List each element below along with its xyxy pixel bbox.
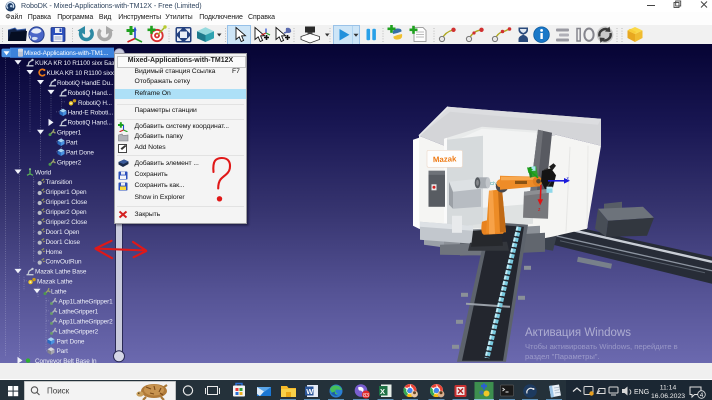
svg-text:Part Done: Part Done [57,338,85,345]
svg-text:KUKA KR 10 R1100 sixx: KUKA KR 10 R1100 sixx [47,70,115,77]
svg-text:Door1 Close: Door1 Close [46,239,81,246]
svg-text:Part: Part [66,140,78,147]
svg-text:RobotiQ Hand...: RobotiQ Hand... [68,120,113,127]
svg-text:Mazak Lathe Base: Mazak Lathe Base [35,269,87,276]
svg-text:Gripper1 Open: Gripper1 Open [46,189,88,196]
svg-text:ConvOutRun: ConvOutRun [46,259,82,266]
svg-text:Part Done: Part Done [66,150,94,157]
svg-text:Lathe: Lathe [51,289,67,296]
svg-text:KUKA KR 10 R1100 sixx База: KUKA KR 10 R1100 sixx База [35,60,118,67]
svg-text:Gripper1 Close: Gripper1 Close [46,199,88,206]
svg-text:W: W [306,386,314,395]
svg-text:RobotiQ H...: RobotiQ H... [78,100,112,107]
svg-text:11:14: 11:14 [660,384,677,391]
svg-text:Part: Part [57,348,69,355]
svg-text:LatheGripper1: LatheGripper1 [59,309,99,316]
svg-text:World: World [35,169,52,176]
svg-text:Gripper2 Open: Gripper2 Open [46,209,88,216]
svg-text:RobotiQ Hand...: RobotiQ Hand... [68,90,113,97]
svg-text:Gripper1: Gripper1 [57,130,82,137]
svg-text:83: 83 [363,392,369,398]
svg-text:16.06.2023: 16.06.2023 [651,393,685,400]
svg-text:App1LatheGripper2: App1LatheGripper2 [59,319,114,326]
svg-text:Hand-E Roboti...: Hand-E Roboti... [68,110,114,117]
svg-text:App1LatheGripper1: App1LatheGripper1 [59,299,114,306]
svg-text:X: X [380,386,385,395]
svg-text:Transition: Transition [46,179,73,186]
svg-text:Gripper2: Gripper2 [57,160,82,167]
svg-text:Mazak Lathe: Mazak Lathe [37,279,73,286]
svg-text:Gripper2 Close: Gripper2 Close [46,219,88,226]
svg-text:Mixed-Applications-with-TM1...: Mixed-Applications-with-TM1... [24,50,109,57]
svg-text:ENG: ENG [634,388,649,395]
svg-text:Door1 Open: Door1 Open [46,229,80,236]
svg-text:Поиск: Поиск [47,386,70,395]
svg-text:RobotiQ HandE Du...: RobotiQ HandE Du... [57,80,115,87]
svg-text:Home: Home [46,249,63,256]
svg-text:LatheGripper2: LatheGripper2 [59,328,99,335]
